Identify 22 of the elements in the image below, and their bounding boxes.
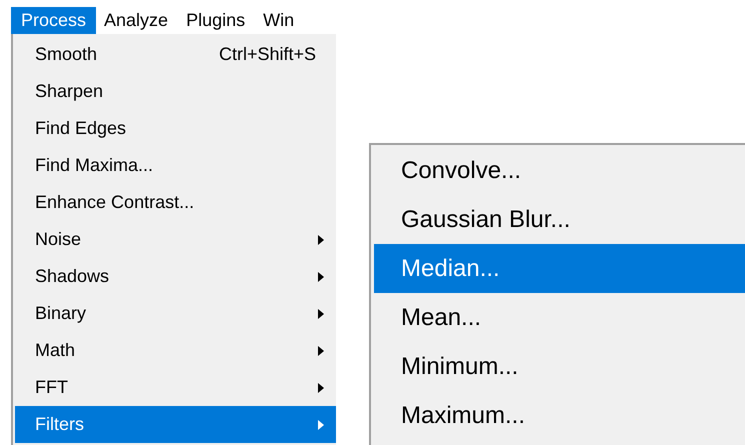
menu-item[interactable]: Filters bbox=[15, 406, 336, 443]
menu-bar-item[interactable]: Plugins bbox=[178, 7, 256, 34]
menu-bar-item[interactable]: Process bbox=[11, 7, 96, 34]
menu-item[interactable]: Find Maxima... bbox=[15, 147, 336, 184]
menu-bar-item[interactable]: Win bbox=[255, 7, 304, 34]
menu-item[interactable]: Minimum... bbox=[374, 342, 745, 391]
menu-item[interactable]: Math bbox=[15, 332, 336, 369]
menu-item[interactable]: Convolve... bbox=[374, 146, 745, 195]
menu-bar-item[interactable]: Analyze bbox=[96, 7, 178, 34]
menu-item[interactable]: Maximum... bbox=[374, 391, 745, 440]
menu-item[interactable]: Gaussian Blur... bbox=[374, 195, 745, 244]
menu-item[interactable]: Median... bbox=[374, 244, 745, 293]
menu-item[interactable]: Smooth Ctrl+Shift+S bbox=[15, 36, 336, 73]
menu-item[interactable]: Binary bbox=[15, 295, 336, 332]
menu-item[interactable]: Enhance Contrast... bbox=[15, 184, 336, 221]
menu-item[interactable]: Sharpen bbox=[15, 73, 336, 110]
menu-item[interactable]: Shadows bbox=[15, 258, 336, 295]
menu-item[interactable]: Find Edges bbox=[15, 110, 336, 147]
menu-item[interactable]: Noise bbox=[15, 221, 336, 258]
menu-item[interactable]: Mean... bbox=[374, 293, 745, 342]
menu-item[interactable]: FFT bbox=[15, 369, 336, 406]
shortcut-label: Ctrl+Shift+S bbox=[218, 44, 316, 65]
